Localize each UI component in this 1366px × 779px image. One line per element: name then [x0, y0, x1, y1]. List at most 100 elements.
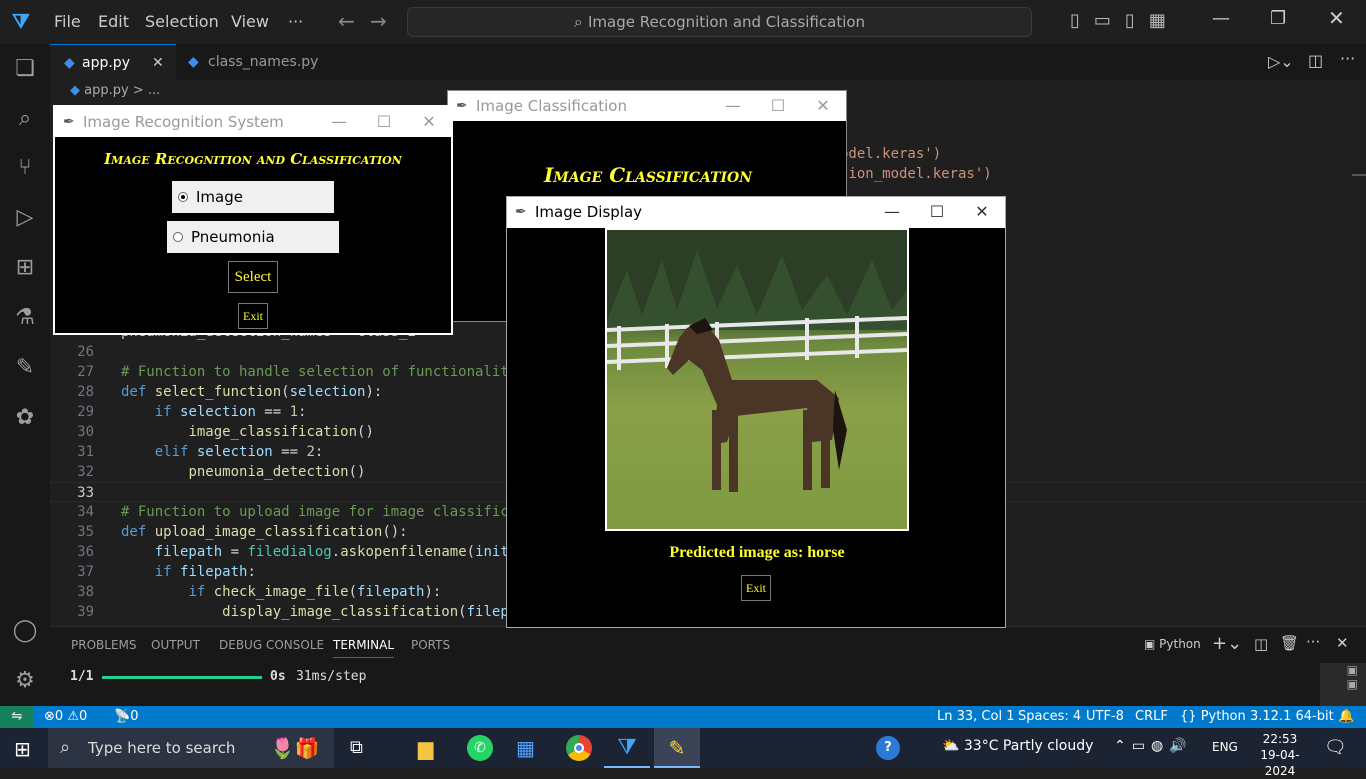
menu-edit[interactable]: Edit	[98, 12, 129, 31]
line-endings[interactable]: CRLF	[1135, 706, 1168, 728]
split-terminal-icon[interactable]: ◫	[1254, 635, 1268, 653]
tab-problems[interactable]: PROBLEMS	[71, 638, 137, 652]
chrome-icon[interactable]	[566, 735, 592, 761]
exit-button[interactable]: Exit	[741, 575, 771, 601]
minimize-icon[interactable]: —	[870, 197, 914, 227]
breadcrumb-more[interactable]: ...	[148, 83, 160, 98]
code-text: # Function to upload image for image cla…	[121, 504, 526, 520]
minimize-icon[interactable]: —	[1212, 8, 1230, 29]
breadcrumb-file[interactable]: app.py	[84, 83, 129, 98]
search-icon[interactable]: ⌕	[12, 106, 38, 132]
menu-selection[interactable]: Selection	[145, 12, 219, 31]
windows-start-icon[interactable]: ⊞	[14, 737, 31, 761]
recognition-heading: Image Recognition and Classification	[104, 150, 402, 168]
terminal-instance-list[interactable]: ▣ ▣	[1320, 663, 1366, 707]
more-actions-icon[interactable]: ···	[1340, 49, 1355, 68]
code-text: odel.keras')	[840, 146, 942, 162]
tab-close-icon[interactable]: ✕	[152, 45, 164, 81]
close-icon[interactable]: ✕	[960, 197, 1004, 227]
vscode-taskbar-icon[interactable]: ⧩	[604, 728, 650, 768]
remote-icon[interactable]: ⇋	[0, 706, 34, 728]
explorer-icon[interactable]: ❏	[12, 56, 38, 82]
cursor-position[interactable]: Ln 33, Col 1	[937, 706, 1014, 728]
window-title-bar[interactable]: ✒ Image Display — ☐ ✕	[507, 197, 1005, 228]
maximize-icon[interactable]: ☐	[756, 91, 800, 121]
task-view-icon[interactable]: ⧉	[350, 737, 363, 758]
tab-app-py[interactable]: ◆ app.py ✕	[50, 44, 176, 80]
taskbar-search[interactable]: ⌕ Type here to search 🌷🎁	[48, 728, 334, 768]
select-button[interactable]: Select	[228, 261, 278, 293]
line-number: 26	[77, 344, 94, 360]
clock[interactable]: 22:53 19-04-2024	[1248, 731, 1312, 779]
testing-icon[interactable]: ⚗	[12, 305, 38, 331]
close-icon[interactable]: ✕	[1328, 6, 1345, 30]
exit-button[interactable]: Exit	[238, 303, 268, 329]
terminal-shell-selector[interactable]: ▣ Python	[1144, 637, 1201, 651]
new-terminal-icon[interactable]: +⌄	[1212, 633, 1242, 654]
code-text: if selection == 1:	[154, 404, 307, 420]
notification-center-icon[interactable]: 🗨	[1324, 737, 1347, 758]
microsoft-store-icon[interactable]: ▦	[516, 736, 535, 760]
close-icon[interactable]: ✕	[407, 107, 451, 137]
run-debug-icon[interactable]: ▷	[12, 205, 38, 231]
input-language[interactable]: ENG	[1212, 740, 1238, 754]
chatgpt-icon[interactable]: ✿	[12, 405, 38, 431]
extensions-icon[interactable]: ⊞	[12, 255, 38, 281]
python-icon[interactable]: ✎	[12, 355, 38, 381]
encoding[interactable]: UTF-8	[1086, 706, 1124, 728]
trash-icon[interactable]: 🗑	[1280, 634, 1299, 652]
panel-more-icon[interactable]: ···	[1306, 633, 1320, 651]
maximize-icon[interactable]: ☐	[362, 107, 406, 137]
error-icon: ⊗	[44, 709, 55, 724]
minimap-scroll[interactable]	[1352, 174, 1366, 176]
ports-indicator[interactable]: 📡0	[114, 706, 138, 728]
progress-bar-fill	[102, 676, 262, 679]
back-arrow-icon[interactable]: ←	[338, 9, 355, 33]
split-editor-icon[interactable]: ◫	[1308, 51, 1323, 70]
tab-ports[interactable]: PORTS	[411, 638, 450, 652]
maximize-icon[interactable]: ☐	[915, 197, 959, 227]
tab-debug-console[interactable]: DEBUG CONSOLE	[219, 638, 324, 652]
tab-terminal[interactable]: TERMINAL	[333, 638, 395, 658]
python-file-icon: ◆	[64, 55, 75, 71]
window-title-bar[interactable]: ✒ Image Classification — ☐ ✕	[448, 91, 846, 121]
window-title-bar[interactable]: ✒ Image Recognition System — ☐ ✕	[55, 107, 451, 137]
system-tray-icons[interactable]: ⌃▭◍🔊	[1114, 738, 1193, 754]
account-icon[interactable]: ◯	[12, 618, 38, 644]
tab-class-names-py[interactable]: ◆ class_names.py	[176, 44, 326, 80]
menu-file[interactable]: File	[54, 12, 81, 31]
tab-output[interactable]: OUTPUT	[151, 638, 200, 652]
weather-widget[interactable]: ⛅ 33°C Partly cloudy	[942, 738, 1093, 754]
radio-pneumonia-detection[interactable]: Pneumonia Detection	[167, 221, 339, 278]
taskbar-search-placeholder: Type here to search	[88, 739, 236, 757]
run-file-icon[interactable]: ▷⌄	[1268, 52, 1294, 71]
code-text: filepath = filedialog.askopenfilename(in…	[154, 544, 526, 560]
settings-gear-icon[interactable]: ⚙	[12, 668, 38, 694]
source-control-icon[interactable]: ⑂	[12, 155, 38, 181]
python-interpreter[interactable]: 3.12.1 64-bit	[1250, 706, 1334, 728]
forward-arrow-icon[interactable]: →	[370, 9, 387, 33]
help-icon[interactable]: ?	[876, 736, 900, 760]
line-number: 32	[77, 464, 94, 480]
progress-step: 31ms/step	[296, 669, 367, 684]
python-file-icon: ◆	[188, 54, 199, 70]
restore-icon[interactable]: ❐	[1270, 8, 1286, 29]
code-text: def upload_image_classification():	[121, 524, 408, 540]
menu-view[interactable]: View	[231, 12, 269, 31]
terminal-output[interactable]: 1/1 0s 31ms/step	[70, 669, 370, 689]
search-icon: ⌕	[573, 12, 588, 31]
python-taskbar-icon[interactable]: ✎	[654, 728, 700, 768]
language-mode[interactable]: {} Python	[1180, 706, 1246, 728]
whatsapp-icon[interactable]: ✆	[467, 735, 493, 761]
menu-more[interactable]: ···	[288, 12, 303, 31]
radio-image-classification[interactable]: Image Classification	[172, 181, 334, 238]
notifications-bell-icon[interactable]: 🔔	[1338, 706, 1354, 728]
minimize-icon[interactable]: —	[711, 91, 755, 121]
minimize-icon[interactable]: —	[317, 107, 361, 137]
panel-close-icon[interactable]: ✕	[1336, 634, 1349, 652]
file-explorer-icon[interactable]: ▆	[418, 736, 433, 760]
close-icon[interactable]: ✕	[801, 91, 845, 121]
command-center-search[interactable]: ⌕ Image Recognition and Classification	[407, 7, 1032, 37]
indentation[interactable]: Spaces: 4	[1018, 706, 1081, 728]
problems-indicator[interactable]: ⊗0 ⚠0	[44, 706, 87, 728]
